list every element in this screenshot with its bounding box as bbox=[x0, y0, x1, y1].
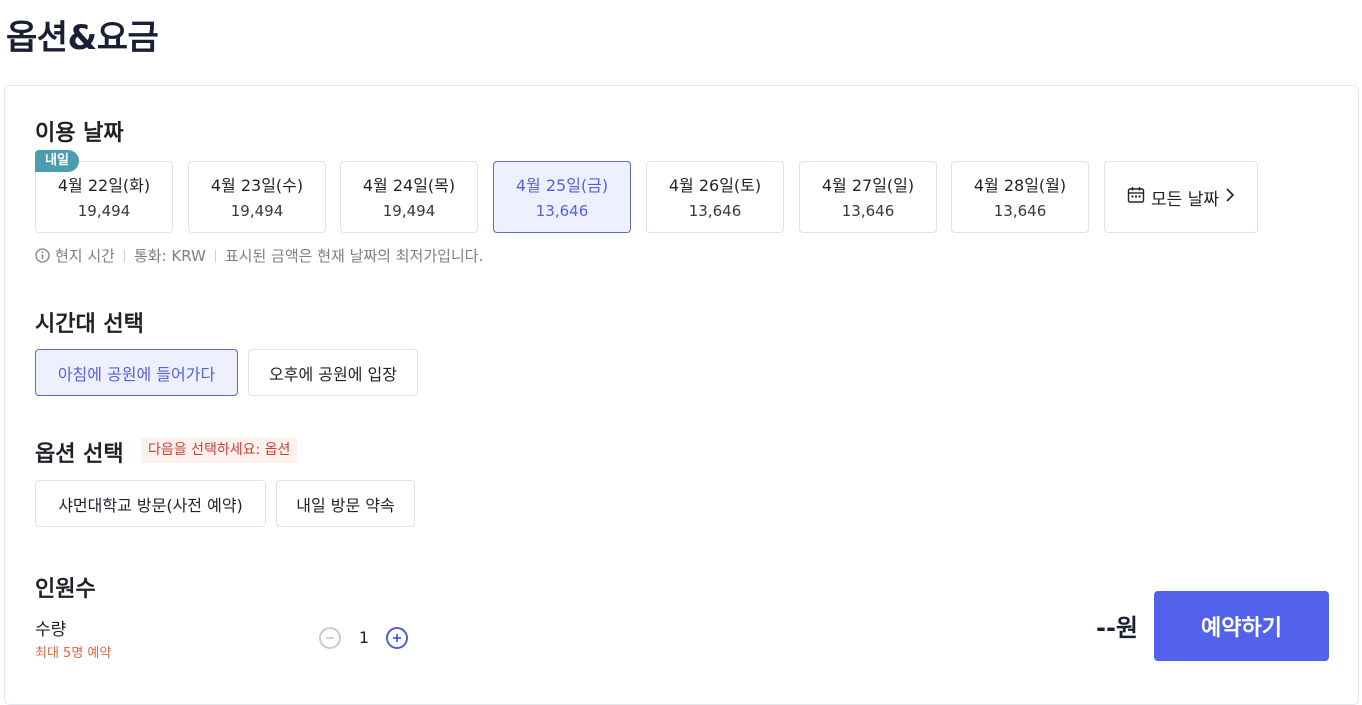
date-label: 4월 27일(일) bbox=[821, 176, 915, 195]
time-slot-morning[interactable]: 아침에 공원에 들어가다 bbox=[35, 349, 238, 396]
time-section-title: 시간대 선택 bbox=[35, 312, 144, 337]
date-chip-5[interactable]: 4월 27일(일) 13,646 bbox=[799, 161, 937, 233]
date-section-title: 이용 날짜 bbox=[35, 121, 124, 146]
divider bbox=[214, 249, 216, 262]
total-price: --원 bbox=[1096, 614, 1139, 642]
date-label: 4월 23일(수) bbox=[210, 176, 304, 195]
date-info-row: 현지 시간 통화: KRW 표시된 금액은 현재 날짜의 최저가입니다. bbox=[35, 245, 483, 266]
date-label: 4월 28일(월) bbox=[973, 176, 1067, 195]
date-price: 13,646 bbox=[993, 202, 1047, 220]
local-time-text: 현지 시간 bbox=[55, 247, 115, 265]
date-label: 4월 22일(화) bbox=[57, 176, 151, 195]
quantity-label: 수량 bbox=[35, 620, 67, 640]
time-slot-afternoon[interactable]: 오후에 공원에 입장 bbox=[248, 349, 418, 396]
calendar-icon bbox=[1127, 186, 1145, 209]
option-tomorrow-visit[interactable]: 내일 방문 약속 bbox=[276, 480, 415, 527]
tomorrow-badge: 내일 bbox=[35, 150, 79, 172]
date-price: 13,646 bbox=[535, 202, 589, 220]
currency-text: 통화: KRW bbox=[133, 247, 206, 265]
date-chip-1[interactable]: 4월 23일(수) 19,494 bbox=[188, 161, 326, 233]
all-dates-button[interactable]: 모든 날짜 bbox=[1104, 161, 1258, 233]
chevron-right-icon bbox=[1225, 187, 1235, 208]
date-chip-4[interactable]: 4월 26일(토) 13,646 bbox=[646, 161, 784, 233]
date-label: 4월 25일(금) bbox=[515, 176, 609, 195]
date-price: 13,646 bbox=[841, 202, 895, 220]
option-xiamen-univ-visit[interactable]: 샤먼대학교 방문(사전 예약) bbox=[35, 480, 266, 527]
quantity-value: 1 bbox=[358, 628, 370, 647]
book-button[interactable]: 예약하기 bbox=[1154, 591, 1329, 661]
quantity-increase-button[interactable] bbox=[386, 627, 408, 649]
date-price: 13,646 bbox=[688, 202, 742, 220]
max-quantity-note: 최대 5명 예약 bbox=[35, 646, 112, 661]
option-hint-tag: 다음을 선택하세요: 옵션 bbox=[141, 438, 298, 463]
all-dates-label: 모든 날짜 bbox=[1151, 189, 1219, 210]
info-icon bbox=[35, 248, 50, 263]
date-price: 19,494 bbox=[77, 202, 131, 220]
page-title: 옵션&요금 bbox=[6, 18, 159, 58]
people-section-title: 인원수 bbox=[35, 577, 96, 602]
plus-icon bbox=[392, 633, 402, 643]
divider bbox=[123, 249, 125, 262]
option-section-title: 옵션 선택 bbox=[35, 442, 124, 467]
date-label: 4월 24일(목) bbox=[362, 176, 456, 195]
date-label: 4월 26일(토) bbox=[668, 176, 762, 195]
date-price: 19,494 bbox=[230, 202, 284, 220]
price-note-text: 표시된 금액은 현재 날짜의 최저가입니다. bbox=[224, 247, 484, 265]
quantity-decrease-button[interactable] bbox=[319, 627, 341, 649]
date-chip-2[interactable]: 4월 24일(목) 19,494 bbox=[340, 161, 478, 233]
date-chip-3-selected[interactable]: 4월 25일(금) 13,646 bbox=[493, 161, 631, 233]
minus-icon bbox=[325, 633, 335, 643]
date-chip-6[interactable]: 4월 28일(월) 13,646 bbox=[951, 161, 1089, 233]
date-price: 19,494 bbox=[382, 202, 436, 220]
